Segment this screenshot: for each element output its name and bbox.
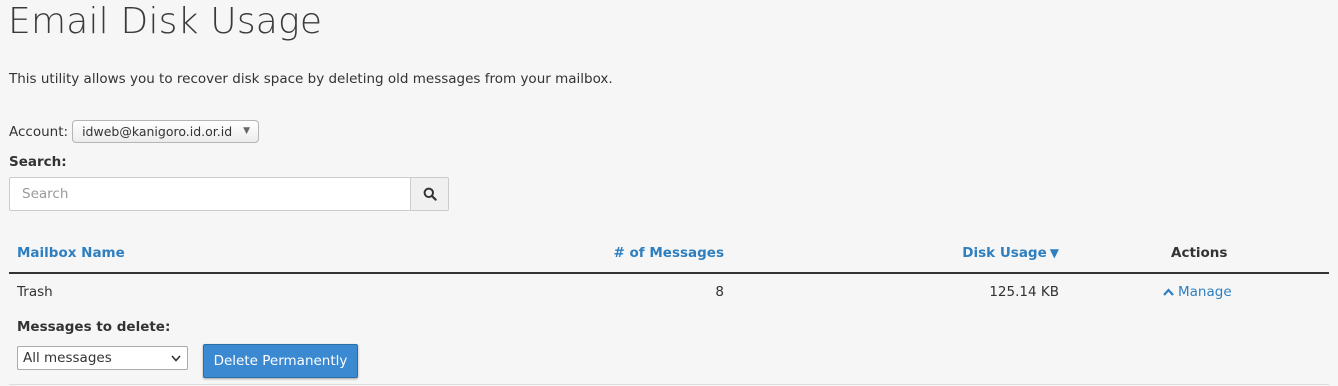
account-label: Account:	[9, 123, 69, 140]
message-count: 8	[715, 284, 724, 300]
page-title: Email Disk Usage	[8, 1, 323, 42]
email-disk-usage-page: Email Disk Usage This utility allows you…	[0, 0, 1338, 386]
messages-to-delete-value: All messages	[23, 350, 112, 366]
account-selected-value: idweb@kanigoro.id.or.id	[82, 124, 233, 139]
disk-usage-value: 125.14 KB	[989, 284, 1059, 300]
search-button[interactable]	[410, 177, 449, 211]
manage-panel: Messages to delete: All messages Delete …	[9, 310, 1329, 385]
table-row: Trash 8 125.14 KB Manage	[9, 274, 1329, 310]
sort-descending-icon: ▼	[1049, 246, 1059, 260]
search-group	[9, 177, 449, 211]
column-header-disk-usage[interactable]: Disk Usage ▼	[962, 245, 1059, 261]
messages-to-delete-select[interactable]: All messages	[17, 346, 188, 370]
mailbox-name: Trash	[17, 284, 53, 300]
column-header-disk-usage-label: Disk Usage	[962, 245, 1047, 261]
column-header-mailbox-name[interactable]: Mailbox Name	[17, 245, 125, 261]
messages-to-delete-label: Messages to delete:	[17, 319, 171, 335]
delete-permanently-button[interactable]: Delete Permanently	[203, 344, 358, 378]
search-label: Search:	[9, 154, 67, 170]
column-header-actions: Actions	[1171, 245, 1228, 261]
search-icon	[423, 187, 437, 201]
page-description: This utility allows you to recover disk …	[9, 71, 613, 87]
chevron-down-icon	[171, 355, 181, 362]
manage-link[interactable]: Manage	[1163, 284, 1232, 300]
table-header: Mailbox Name # of Messages Disk Usage ▼ A…	[9, 236, 1329, 274]
account-select[interactable]: idweb@kanigoro.id.or.id ▼	[72, 120, 260, 143]
column-header-message-count[interactable]: # of Messages	[614, 245, 725, 261]
manage-link-label: Manage	[1178, 284, 1232, 300]
caret-down-icon: ▼	[243, 126, 251, 136]
search-input[interactable]	[9, 177, 410, 211]
chevron-up-icon	[1163, 288, 1174, 296]
account-row: Account: idweb@kanigoro.id.or.id ▼	[9, 120, 260, 143]
